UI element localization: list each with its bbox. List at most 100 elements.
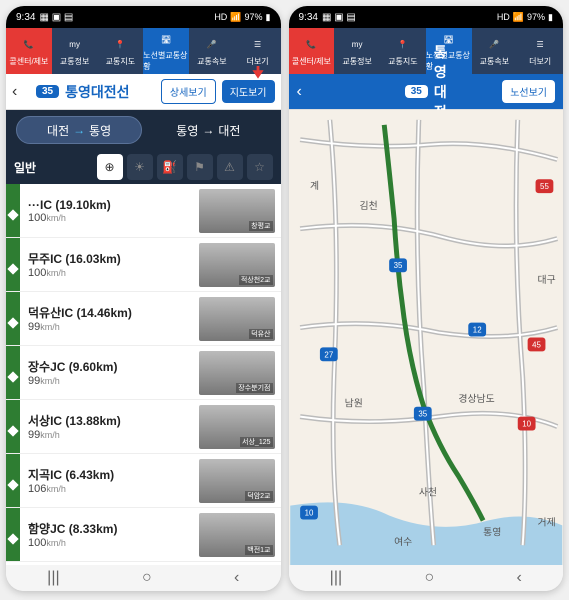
list-item[interactable]: 덕유산IC (14.46km)99km/h덕유산 (6, 292, 281, 346)
home-button[interactable]: ○ (142, 569, 152, 587)
traffic-status-gutter (6, 238, 20, 291)
svg-text:55: 55 (540, 182, 549, 191)
menu-icon: ☰ (531, 36, 549, 54)
nav-route-traffic[interactable]: 🛣노선별교통상황 (426, 28, 472, 74)
svg-text:12: 12 (472, 326, 481, 335)
traffic-status-gutter (6, 184, 20, 237)
map-label: 거제 (537, 516, 555, 528)
list-item[interactable]: 함양JC (8.33km)100km/h백전1교 (6, 508, 281, 562)
route-shield-icon: 35 (389, 258, 407, 272)
android-softkeys: ||| ○ ‹ (6, 565, 281, 591)
phone-icon: 📞 (302, 36, 320, 54)
route-icon: 🛣 (157, 30, 175, 48)
cctv-thumbnail[interactable]: 적상천2교 (199, 243, 275, 287)
route-title: 통영대전선 (65, 82, 155, 102)
svg-text:35: 35 (418, 410, 427, 419)
recent-apps-button[interactable]: ||| (47, 569, 59, 587)
traffic-status-gutter (6, 508, 20, 561)
route-titlebar: ‹ 35 통영대전선 상세보기 지도보기 (6, 74, 281, 110)
cctv-thumbnail[interactable]: 덕유산 (199, 297, 275, 341)
pointer-indicator-icon (251, 66, 265, 80)
filter-bar: 일반 ⊕ ☀ ⛽ ⚑ ⚠ ☆ (6, 150, 281, 184)
cctv-thumbnail[interactable]: 덕암2교 (199, 459, 275, 503)
filter-star-icon[interactable]: ☆ (247, 154, 273, 180)
cctv-thumbnail[interactable]: 백전1교 (199, 513, 275, 557)
route-shield-icon: 27 (319, 347, 337, 361)
svg-text:35: 35 (393, 261, 402, 270)
route-shield-icon: 45 (527, 338, 545, 352)
back-button[interactable]: ‹ (12, 83, 30, 101)
list-item[interactable]: ···IC (19.10km)100km/h창평교 (6, 184, 281, 238)
traffic-status-gutter (6, 292, 20, 345)
android-statusbar: 9:34▦ ▣ ▤ HD📶97%▮ (6, 6, 281, 28)
nav-traffic-map[interactable]: 📍교통지도 (380, 28, 426, 74)
traffic-status-gutter (6, 454, 20, 507)
route-shield-icon: 12 (468, 323, 486, 337)
map-label: 남원 (344, 398, 362, 410)
filter-sun-icon[interactable]: ☀ (127, 154, 153, 180)
list-item[interactable]: 장수JC (9.60km)99km/h장수분기점 (6, 346, 281, 400)
list-view-button[interactable]: 노선보기 (502, 80, 555, 103)
map-view-button[interactable]: 지도보기 (222, 80, 275, 103)
filter-flag-icon[interactable]: ⚑ (187, 154, 213, 180)
recent-apps-button[interactable]: ||| (330, 569, 342, 587)
filter-label: 일반 (14, 159, 93, 176)
nav-traffic-info[interactable]: my교통정보 (334, 28, 380, 74)
direction-selector: 대전→통영 통영→대전 (6, 110, 281, 150)
nav-traffic-news[interactable]: 🎤교통속보 (189, 28, 235, 74)
top-navigation: 📞콜센터/제보 my교통정보 📍교통지도 🛣노선별교통상황 🎤교통속보 ☰더보기 (289, 28, 564, 74)
cctv-thumbnail[interactable]: 서상_125 (199, 405, 275, 449)
filter-warning-icon[interactable]: ⚠ (217, 154, 243, 180)
direction-tongyeong-daejeon[interactable]: 통영→대전 (146, 116, 270, 144)
filter-fuel-icon[interactable]: ⛽ (157, 154, 183, 180)
phone-icon: 📞 (20, 36, 38, 54)
map-label: 대구 (537, 274, 555, 286)
nav-callcenter[interactable]: 📞콜센터/제보 (6, 28, 52, 74)
direction-daejeon-tongyeong[interactable]: 대전→통영 (16, 116, 142, 144)
list-item[interactable]: 서상IC (13.88km)99km/h서상_125 (6, 400, 281, 454)
map-label: 김천 (359, 200, 377, 212)
nav-traffic-news[interactable]: 🎤교통속보 (472, 28, 518, 74)
filter-target-icon[interactable]: ⊕ (97, 154, 123, 180)
arrow-right-icon: → (202, 123, 214, 137)
route-number-badge: 35 (36, 85, 59, 98)
back-button[interactable]: ‹ (297, 83, 315, 101)
svg-text:10: 10 (522, 420, 531, 429)
arrow-right-icon: → (73, 123, 85, 137)
route-shield-icon: 55 (535, 179, 553, 193)
top-navigation: 📞콜센터/제보 my교통정보 📍교통지도 🛣노선별교통상황 🎤교통속보 ☰더보기 (6, 28, 281, 74)
clock: 9:34 (299, 12, 318, 23)
nav-more[interactable]: ☰더보기 (517, 28, 563, 74)
my-icon: my (348, 36, 366, 54)
nav-traffic-info[interactable]: my교통정보 (52, 28, 98, 74)
menu-icon: ☰ (249, 36, 267, 54)
route-shield-icon: 35 (413, 407, 431, 421)
map-label: 사천 (418, 487, 436, 499)
nav-traffic-map[interactable]: 📍교통지도 (98, 28, 144, 74)
phone-left-list-view: 9:34▦ ▣ ▤ HD📶97%▮ 📞콜센터/제보 my교통정보 📍교통지도 🛣… (6, 6, 281, 591)
cctv-thumbnail[interactable]: 장수분기점 (199, 351, 275, 395)
nav-route-traffic[interactable]: 🛣노선별교통상황 (143, 28, 189, 74)
android-softkeys: ||| ○ ‹ (289, 565, 564, 591)
phone-right-map-view: 9:34▦ ▣ ▤ HD📶97%▮ 📞콜센터/제보 my교통정보 📍교통지도 🛣… (289, 6, 564, 591)
route-shield-icon: 10 (517, 417, 535, 431)
clock: 9:34 (16, 12, 35, 23)
list-item[interactable]: 지곡IC (6.43km)106km/h덕암2교 (6, 454, 281, 508)
back-softkey[interactable]: ‹ (517, 569, 522, 587)
back-softkey[interactable]: ‹ (234, 569, 239, 587)
detail-view-button[interactable]: 상세보기 (161, 79, 216, 104)
map-label: 여수 (394, 536, 412, 548)
svg-text:45: 45 (532, 340, 541, 349)
route-map[interactable]: 35 35 27 12 45 55 10 10 김천 대구 남원 경상남도 사천… (289, 110, 564, 565)
route-number-badge: 35 (405, 85, 428, 98)
svg-text:27: 27 (324, 350, 333, 359)
traffic-status-gutter (6, 346, 20, 399)
mic-icon: 🎤 (485, 36, 503, 54)
cctv-thumbnail[interactable]: 창평교 (199, 189, 275, 233)
list-item[interactable]: 무주IC (16.03km)100km/h적상천2교 (6, 238, 281, 292)
nav-callcenter[interactable]: 📞콜센터/제보 (289, 28, 335, 74)
map-label: 계 (310, 180, 319, 192)
home-button[interactable]: ○ (424, 569, 434, 587)
pin-icon: 📍 (394, 36, 412, 54)
segment-list[interactable]: ···IC (19.10km)100km/h창평교 무주IC (16.03km)… (6, 184, 281, 565)
